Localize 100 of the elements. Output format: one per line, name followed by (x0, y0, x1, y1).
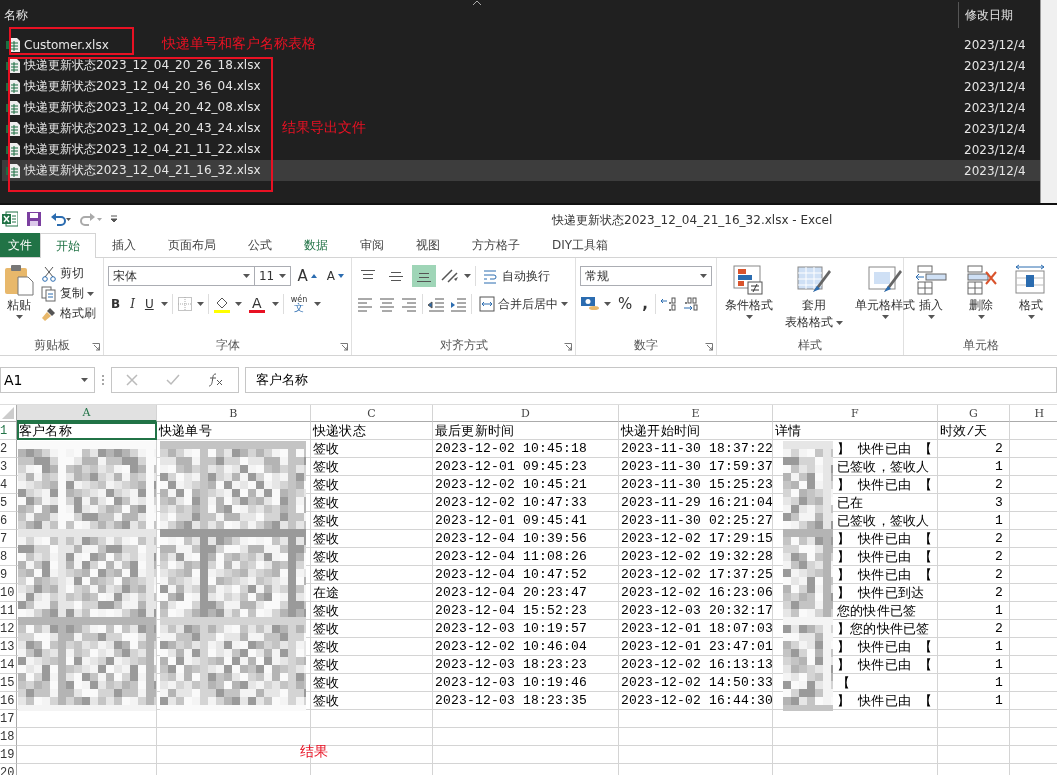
font-size-select[interactable]: 11 (253, 266, 291, 286)
row-number[interactable]: 2 (0, 440, 17, 458)
ribbon-tab[interactable]: DIY工具箱 (536, 233, 625, 257)
delete-button[interactable]: 删除 (958, 264, 1004, 337)
file-row[interactable]: 快递更新状态2023_12_04_21_16_32.xlsx 2023/12/4 (2, 160, 1040, 181)
format-button[interactable]: 格式 (1008, 264, 1054, 337)
column-header[interactable]: A (17, 405, 157, 422)
dialog-launcher-icon[interactable] (340, 343, 348, 351)
name-box[interactable]: A1 (0, 367, 95, 393)
column-header[interactable]: F (773, 405, 938, 422)
ribbon-tab[interactable]: 页面布局 (152, 233, 232, 257)
format-painter-button[interactable]: 格式刷 (38, 304, 99, 323)
table-cell: 2023-12-03 18:23:35 (433, 692, 619, 710)
file-row[interactable]: Customer.xlsx 快递单号和客户名称表格 2023/12/4 (2, 34, 1040, 55)
phonetic-button[interactable]: wén 文 (287, 294, 311, 314)
file-row[interactable]: 快递更新状态2023_12_04_20_42_08.xlsx 2023/12/4 (2, 97, 1040, 118)
currency-icon[interactable] (580, 296, 600, 312)
orientation-icon[interactable] (440, 268, 460, 284)
row-number[interactable]: 18 (0, 728, 17, 746)
row-number[interactable]: 1 (0, 422, 17, 440)
table-button[interactable]: 套用 表格格式 (781, 264, 847, 337)
scroll-up-icon[interactable] (472, 0, 482, 6)
dialog-launcher-icon[interactable] (564, 343, 572, 351)
ribbon-tab[interactable]: 文件 (0, 233, 40, 257)
caret-icon (836, 320, 843, 325)
row-number[interactable]: 9 (0, 566, 17, 584)
merge-center-button[interactable]: 合并后居中 (476, 294, 571, 314)
wrap-text-button[interactable]: 自动换行 (480, 266, 553, 286)
italic-button[interactable]: I (127, 296, 138, 312)
customize-toolbar-icon[interactable] (110, 215, 118, 223)
column-header[interactable]: B (157, 405, 311, 422)
ribbon-tab[interactable]: 公式 (232, 233, 288, 257)
file-row[interactable]: 快递更新状态2023_12_04_21_11_22.xlsx 2023/12/4 (2, 139, 1040, 160)
dialog-launcher-icon[interactable] (92, 343, 100, 351)
row-number[interactable]: 10 (0, 584, 17, 602)
increase-indent-icon[interactable] (449, 296, 467, 312)
paste-button[interactable]: 粘贴 (4, 264, 34, 337)
align-right-icon[interactable] (400, 296, 418, 312)
row-number[interactable]: 14 (0, 656, 17, 674)
row-number[interactable]: 20 (0, 764, 17, 775)
cut-button[interactable]: 剪切 (38, 264, 99, 283)
cellstyle-button[interactable]: 单元格样式 (851, 264, 919, 337)
dialog-launcher-icon[interactable] (705, 343, 713, 351)
table-cell: 签收 (311, 656, 433, 674)
row-number[interactable]: 3 (0, 458, 17, 476)
row-number[interactable]: 13 (0, 638, 17, 656)
header-cell: 客户名称 (17, 422, 157, 440)
save-icon[interactable] (26, 211, 42, 227)
row-number[interactable]: 11 (0, 602, 17, 620)
column-header[interactable]: 名称 (0, 6, 958, 24)
redo-icon[interactable] (80, 212, 102, 226)
font-color-button[interactable]: A (245, 294, 268, 314)
row-number[interactable]: 12 (0, 620, 17, 638)
file-name: 快递更新状态2023_12_04_20_36_04.xlsx (24, 78, 261, 95)
file-row[interactable]: 快递更新状态2023_12_04_20_36_04.xlsx 2023/12/4 (2, 76, 1040, 97)
grow-font-button[interactable]: A (294, 266, 320, 286)
row-number[interactable]: 7 (0, 530, 17, 548)
undo-icon[interactable] (50, 212, 72, 226)
conditional-button[interactable]: 条件格式 (721, 264, 777, 337)
copy-button[interactable]: 复制 (38, 284, 99, 303)
function-icon[interactable] (208, 373, 224, 387)
shrink-font-button[interactable]: A (323, 268, 347, 284)
fill-color-icon[interactable] (212, 295, 231, 313)
align-center-icon[interactable] (378, 296, 396, 312)
bold-button[interactable]: B (108, 296, 124, 312)
row-number[interactable]: 19 (0, 746, 17, 764)
ribbon-tab[interactable]: 审阅 (344, 233, 400, 257)
ribbon-tab[interactable]: 开始 (40, 233, 96, 258)
row-number[interactable]: 15 (0, 674, 17, 692)
column-header[interactable]: 修改日期 (958, 2, 1013, 28)
more-icon[interactable] (101, 374, 105, 386)
file-row[interactable]: 快递更新状态2023_12_04_20_26_18.xlsx 2023/12/4 (2, 55, 1040, 76)
row-number[interactable]: 16 (0, 692, 17, 710)
file-row[interactable]: 快递更新状态2023_12_04_20_43_24.xlsx 结果导出文件 2023/12/4 (2, 118, 1040, 139)
decrease-decimal-icon[interactable] (681, 296, 700, 312)
column-header[interactable]: C (311, 405, 433, 422)
ribbon-tab[interactable]: 方方格子 (456, 233, 536, 257)
row-number[interactable]: 8 (0, 548, 17, 566)
row-number[interactable]: 5 (0, 494, 17, 512)
font-name-select[interactable]: 宋体 (108, 266, 255, 286)
row-number[interactable]: 4 (0, 476, 17, 494)
column-header[interactable]: E (619, 405, 773, 422)
underline-button[interactable]: U (141, 296, 157, 312)
column-header[interactable]: G (938, 405, 1010, 422)
ribbon-tab[interactable]: 插入 (96, 233, 152, 257)
column-header[interactable]: D (433, 405, 619, 422)
align-bottom-button[interactable] (412, 265, 436, 287)
row-number[interactable]: 17 (0, 710, 17, 728)
row-number[interactable]: 6 (0, 512, 17, 530)
ribbon-tab[interactable]: 数据 (288, 233, 344, 257)
check-icon[interactable] (166, 374, 180, 386)
ribbon-tab[interactable]: 视图 (400, 233, 456, 257)
formula-field[interactable]: 客户名称 (245, 367, 1057, 393)
number-format-select[interactable]: 常规 (580, 266, 712, 286)
align-left-icon[interactable] (356, 296, 374, 312)
percent-button[interactable]: % (615, 294, 636, 314)
table-cell: 1 (938, 674, 1010, 692)
comma-button[interactable]: , (639, 294, 651, 314)
decrease-indent-icon[interactable] (427, 296, 445, 312)
increase-decimal-icon[interactable] (659, 296, 678, 312)
